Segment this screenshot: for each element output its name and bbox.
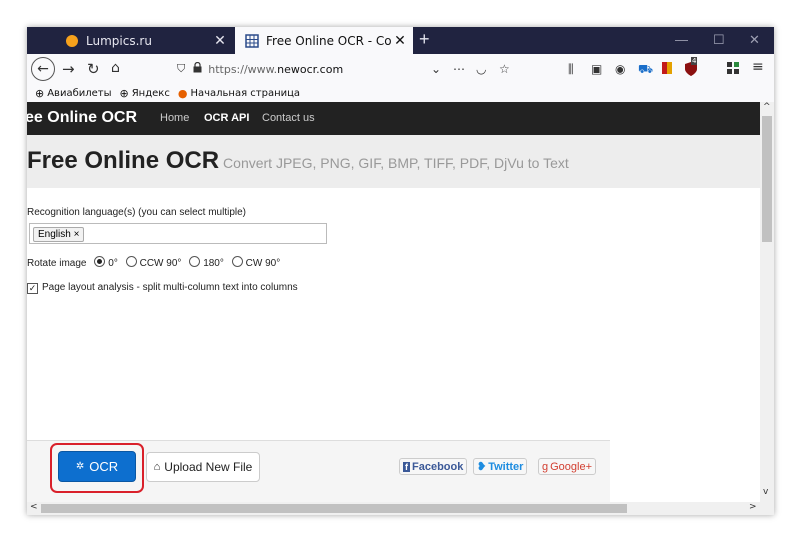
site-navbar: ee Online OCR Home OCR API Contact us: [27, 102, 760, 135]
rotate-option-ccw90[interactable]: CCW 90°: [121, 256, 181, 269]
ublock-icon[interactable]: 4: [684, 57, 698, 79]
firefox-icon: ●: [177, 86, 188, 100]
pocket-icon[interactable]: ◡: [476, 62, 486, 76]
close-tab-icon[interactable]: ✕: [391, 33, 409, 49]
navigation-toolbar: ← → ↻ ⌂ ⛉ https://www.newocr.com ⌄ ⋯ ◡ ☆…: [27, 54, 774, 85]
scroll-right-icon[interactable]: >: [749, 502, 757, 512]
scrollbar-corner: [760, 502, 774, 515]
reload-icon[interactable]: ↻: [87, 60, 100, 78]
nav-home[interactable]: Home: [160, 112, 189, 124]
language-tag-english[interactable]: English ×: [33, 227, 85, 242]
forward-button[interactable]: →: [62, 60, 75, 78]
browser-window: Lumpics.ru ✕ Free Online OCR - Convert J…: [27, 27, 774, 515]
flag-extension-icon[interactable]: [662, 62, 672, 77]
bookmark-label: Начальная страница: [190, 87, 301, 99]
page-title: Free Online OCR Convert JPEG, PNG, GIF, B…: [27, 147, 569, 174]
horizontal-scrollbar[interactable]: < >: [27, 502, 760, 515]
more-icon[interactable]: ⋯: [453, 62, 465, 76]
site-logo[interactable]: ee Online OCR: [27, 109, 137, 127]
new-tab-button[interactable]: +: [419, 29, 430, 50]
radio-icon[interactable]: [189, 256, 201, 267]
scroll-left-icon[interactable]: <: [30, 502, 38, 512]
language-label: Recognition language(s) (you can select …: [27, 207, 247, 218]
nav-contact[interactable]: Contact us: [262, 112, 315, 124]
tab-newocr[interactable]: Free Online OCR - Convert JPEG ✕: [235, 27, 413, 54]
reader-icon[interactable]: ▣: [591, 62, 602, 76]
scrollbar-thumb[interactable]: [41, 504, 627, 513]
chevron-down-icon[interactable]: ⌄: [431, 62, 441, 76]
twitter-icon: ❥: [477, 461, 487, 473]
tab-label: Free Online OCR - Convert JPEG: [266, 33, 391, 48]
rotate-option-0[interactable]: 0°: [89, 256, 118, 269]
layout-analysis-row[interactable]: ✓ Page layout analysis - split multi-colu…: [27, 282, 298, 294]
close-tab-icon[interactable]: ✕: [211, 33, 229, 49]
tab-lumpics[interactable]: Lumpics.ru ✕: [55, 27, 233, 54]
maximize-button[interactable]: ☐: [713, 32, 725, 48]
language-select[interactable]: English ×: [29, 223, 327, 244]
url-bar[interactable]: ⛉ https://www.newocr.com: [177, 57, 522, 81]
rotate-label: Rotate image: [27, 258, 87, 269]
back-button[interactable]: ←: [31, 57, 55, 81]
globe-icon: ⊕: [119, 86, 129, 100]
close-window-button[interactable]: ✕: [749, 32, 760, 48]
page-content: ee Online OCR Home OCR API Contact us Fr…: [27, 102, 760, 502]
scroll-down-icon[interactable]: v: [763, 487, 768, 497]
facebook-icon: f: [403, 461, 410, 472]
menu-icon[interactable]: ≡: [752, 59, 764, 75]
scroll-up-icon[interactable]: ^: [763, 102, 771, 112]
facebook-button[interactable]: f Facebook: [399, 458, 468, 475]
radio-icon[interactable]: [231, 256, 243, 267]
url-text: https://www.newocr.com: [208, 62, 344, 76]
cart-icon[interactable]: ⛟: [638, 62, 653, 78]
google-plus-button[interactable]: g Google+: [538, 458, 597, 475]
extensions-icon[interactable]: [727, 62, 739, 77]
gear-icon: ✲: [75, 461, 85, 472]
google-plus-icon: g: [542, 460, 549, 473]
bookmark-aviabilety[interactable]: ⊕ Авиабилеты: [35, 87, 112, 100]
lock-icon: [193, 61, 202, 76]
home-icon: ⌂: [153, 461, 161, 473]
upload-new-file-button[interactable]: ⌂ Upload New File: [146, 452, 260, 482]
library-icon[interactable]: ⫼: [568, 62, 574, 77]
bookmark-label: Яндекс: [131, 87, 170, 99]
account-icon[interactable]: ◉: [615, 62, 625, 76]
radio-icon[interactable]: [125, 256, 137, 267]
layout-analysis-label: Page layout analysis - split multi-colum…: [42, 282, 298, 293]
ocr-button[interactable]: ✲ OCR: [58, 451, 136, 482]
bookmark-yandex[interactable]: ⊕ Яндекс: [120, 87, 170, 100]
bookmarks-bar: ⊕ Авиабилеты ⊕ Яндекс ● Начальная страница: [27, 84, 774, 103]
bookmark-start-page[interactable]: ● Начальная страница: [178, 87, 300, 100]
rotate-option-cw90[interactable]: CW 90°: [227, 256, 280, 269]
page-subtitle: Convert JPEG, PNG, GIF, BMP, TIFF, PDF, …: [223, 155, 569, 171]
page-header: Free Online OCR Convert JPEG, PNG, GIF, B…: [27, 135, 760, 188]
twitter-button[interactable]: ❥ Twitter: [473, 458, 528, 475]
rotate-row: Rotate image 0° CCW 90° 180° CW 90°: [27, 256, 280, 269]
minimize-button[interactable]: —: [675, 32, 688, 47]
extension-badge: 4: [691, 57, 698, 65]
grid-favicon-icon: [245, 33, 259, 48]
scrollbar-thumb[interactable]: [762, 116, 772, 242]
home-icon[interactable]: ⌂: [111, 60, 120, 76]
globe-icon: ⊕: [35, 86, 45, 100]
checkbox-checked-icon[interactable]: ✓: [27, 283, 38, 294]
tab-bar: Lumpics.ru ✕ Free Online OCR - Convert J…: [27, 27, 774, 54]
nav-ocr-api[interactable]: OCR API: [204, 112, 249, 124]
orange-circle-icon: [65, 34, 79, 48]
bookmark-star-icon[interactable]: ☆: [499, 62, 510, 76]
shield-icon[interactable]: ⛉: [177, 63, 185, 76]
radio-selected-icon[interactable]: [94, 256, 106, 267]
bookmark-label: Авиабилеты: [47, 87, 112, 99]
tab-label: Lumpics.ru: [86, 33, 152, 48]
rotate-option-180[interactable]: 180°: [184, 256, 224, 269]
vertical-scrollbar[interactable]: ^ v: [760, 102, 774, 502]
